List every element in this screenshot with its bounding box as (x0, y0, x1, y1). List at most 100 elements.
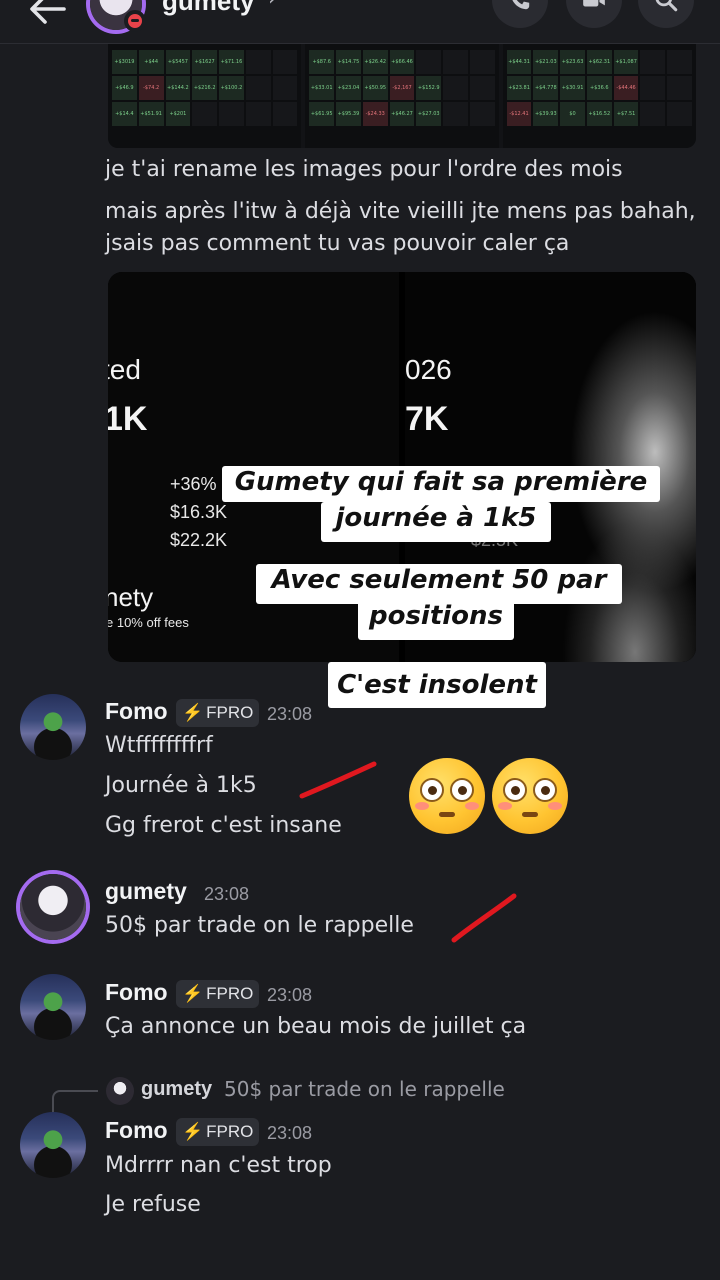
avatar[interactable] (20, 694, 86, 760)
sheet-cell: +$14.4 (112, 102, 137, 126)
sheet-cell (416, 50, 442, 74)
sheet-cell: -$74.2 (138, 76, 164, 100)
search-button[interactable] (638, 0, 694, 28)
sheet-cell (272, 102, 298, 126)
sheet-cell: +$51.91 (138, 102, 164, 126)
sheet-cell: +$21.03 (533, 50, 559, 74)
username[interactable]: gumety (105, 878, 187, 905)
sheet-cell (640, 102, 666, 126)
sheet-cell (443, 76, 468, 100)
sheet-cell: +$30.91 (560, 76, 585, 100)
media-text: 1K (108, 400, 148, 438)
channel-title[interactable]: gumety (162, 0, 254, 17)
avatar[interactable] (20, 1112, 86, 1178)
meme-caption: Avec seulement 50 par (256, 564, 622, 604)
media-text: $16.3K (170, 502, 228, 522)
media-text: nety (108, 582, 154, 612)
timestamp: 23:08 (204, 884, 250, 904)
sheet-cell (443, 102, 468, 126)
sheet-cell: +$27.03 (416, 102, 442, 126)
sheet-cell: +$4.778 (533, 76, 559, 100)
message-line: Gg frerot c'est insane (105, 813, 342, 838)
back-button[interactable] (28, 0, 68, 28)
sheet-cell (272, 50, 298, 74)
role-tag[interactable]: ⚡ FPRO (176, 980, 260, 1008)
reply-avatar[interactable] (106, 1077, 134, 1105)
sheet-cell (192, 102, 218, 126)
sheet-cell: +$33.01 (309, 76, 335, 100)
reply-preview[interactable]: 50$ par trade on le rappelle (224, 1077, 505, 1101)
role-tag-label: FPRO (206, 1122, 254, 1141)
top-bar: gumety › (0, 0, 720, 44)
sheet-cell: +$1,087 (613, 50, 639, 74)
message-line: Ça annonce un beau mois de juillet ça (105, 1014, 527, 1039)
sheet-cell: +$1627 (192, 50, 218, 74)
search-icon (655, 0, 678, 12)
sheet-cell: $0 (560, 102, 585, 126)
lightning-icon: ⚡ (182, 1122, 204, 1141)
phone-icon (512, 0, 530, 10)
media-text: 7K (405, 400, 449, 438)
message-line: Journée à 1k5 (105, 773, 257, 798)
sheet-grid: +$87.6 +$14.75 +$26.42 +$66.46 +$33.01 +$23.0… (309, 50, 495, 126)
sheet-panel: +$87.6 +$14.75 +$26.42 +$66.46 +$33.01 +$23.0… (305, 44, 499, 148)
sheet-cell: +$46.9 (112, 76, 137, 100)
media-text: ted (108, 354, 141, 385)
sheet-cell (469, 50, 495, 74)
sheet-cell: -$44.46 (613, 76, 639, 100)
sheet-cell: +$144.2 (165, 76, 191, 100)
sheet-cell: +$23.04 (336, 76, 361, 100)
video-icon (583, 0, 605, 7)
meme-caption: Gumety qui fait sa première (222, 466, 660, 502)
annotation-stroke (299, 761, 377, 799)
sheet-cell: +$44.31 (506, 50, 532, 74)
sheet-cell: +$26.42 (362, 50, 388, 74)
sheet-cell (245, 102, 271, 126)
video-call-button[interactable] (566, 0, 622, 28)
sheet-cell: +$95.39 (336, 102, 361, 126)
sheet-cell (640, 50, 666, 74)
arrow-left-icon (30, 0, 66, 24)
sheet-cell: +$100.2 (219, 76, 244, 100)
sheet-cell (640, 76, 666, 100)
media-text: $22.2K (170, 530, 228, 550)
sheet-cell: +$87.6 (309, 50, 335, 74)
call-button[interactable] (492, 0, 548, 28)
meme-caption: positions (358, 600, 514, 640)
sheet-cell: +$201 (165, 102, 191, 126)
sheet-cell: +$152.9 (416, 76, 442, 100)
attachment-image-spreadsheet[interactable]: +$3019 +$44 +$5457 +$1627 +$71.16 +$46.9 -$74.… (108, 44, 696, 148)
username[interactable]: Fomo (105, 1117, 168, 1144)
avatar[interactable] (20, 974, 86, 1040)
role-tag[interactable]: ⚡ FPRO (176, 1118, 260, 1146)
annotation-stroke (451, 893, 517, 943)
username[interactable]: Fomo (105, 698, 168, 725)
sheet-cell: +$44 (138, 50, 164, 74)
reply-username[interactable]: gumety (141, 1078, 212, 1101)
sheet-cell: +$61.95 (309, 102, 335, 126)
sheet-cell (219, 102, 244, 126)
lightning-icon: ⚡ (182, 703, 204, 722)
sheet-cell: +$7.51 (613, 102, 639, 126)
sheet-cell: -$12.41 (506, 102, 532, 126)
sheet-cell: +$216.2 (192, 76, 218, 100)
sheet-cell: -$2,167 (389, 76, 415, 100)
sheet-cell (667, 76, 692, 100)
sheet-cell: +$71.16 (219, 50, 244, 74)
sheet-cell: +$46.27 (389, 102, 415, 126)
sheet-cell (245, 76, 271, 100)
timestamp: 23:08 (267, 1123, 313, 1143)
sheet-cell: +$50.95 (362, 76, 388, 100)
sheet-cell (469, 102, 495, 126)
status-dnd-icon (124, 10, 146, 32)
sheet-cell: +$66.46 (389, 50, 415, 74)
role-tag[interactable]: ⚡ FPRO (176, 699, 260, 727)
avatar[interactable] (20, 874, 86, 940)
username[interactable]: Fomo (105, 979, 168, 1006)
flushed-face-icon (492, 758, 568, 834)
sheet-cell: +$23.81 (506, 76, 532, 100)
message-line: 50$ par trade on le rappelle (105, 913, 414, 938)
sheet-cell: +$3019 (112, 50, 137, 74)
chevron-right-icon[interactable]: › (268, 0, 277, 11)
sheet-cell (443, 50, 468, 74)
